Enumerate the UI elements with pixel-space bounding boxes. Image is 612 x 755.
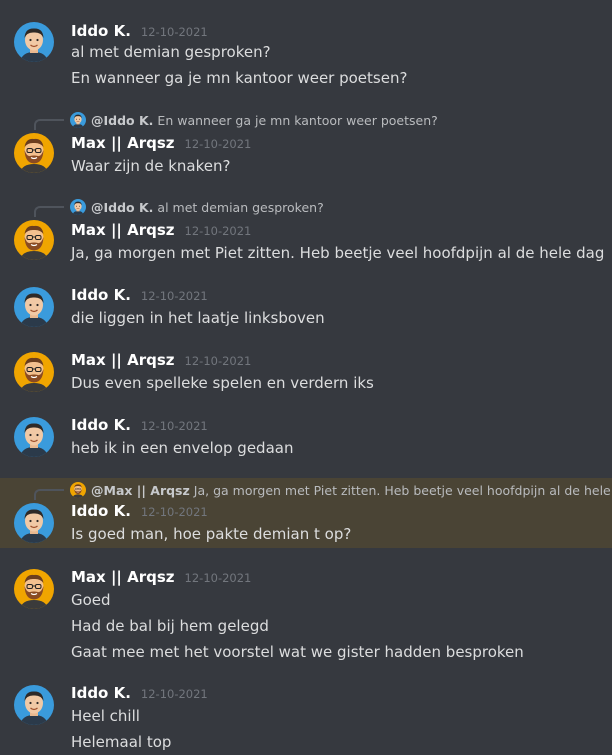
reply-connector: [34, 119, 64, 130]
message-author[interactable]: Max || Arqsz: [71, 134, 175, 152]
user-avatar[interactable]: [14, 503, 54, 543]
message-timestamp: 12-10-2021: [140, 687, 208, 701]
message-author[interactable]: Max || Arqsz: [71, 568, 175, 586]
message-timestamp: 12-10-2021: [140, 505, 208, 519]
user-avatar[interactable]: [14, 22, 54, 62]
reply-author: @Iddo K.: [91, 112, 154, 128]
message-author[interactable]: Iddo K.: [71, 416, 131, 434]
message-group: Max || Arqsz 12-10-2021 Goed Had de bal …: [0, 560, 612, 670]
message-group: @Iddo K. al met demian gesproken? Max ||…: [0, 195, 612, 273]
message-timestamp: 12-10-2021: [140, 289, 208, 303]
message-author[interactable]: Iddo K.: [71, 286, 131, 304]
man-avatar-icon: [14, 417, 54, 457]
bearded-man-avatar-icon: [14, 133, 54, 173]
message-text: En wanneer ga je mn kantoor weer poetsen…: [71, 69, 408, 87]
reply-connector: [34, 489, 64, 500]
message-author[interactable]: Max || Arqsz: [71, 351, 175, 369]
user-avatar[interactable]: [14, 220, 54, 260]
message-group: Iddo K. 12-10-2021 heb ik in een envelop…: [0, 410, 612, 470]
reply-author: @Iddo K.: [91, 199, 154, 215]
user-avatar[interactable]: [14, 569, 54, 609]
reply-reference[interactable]: @Max || Arqsz Ja, ga morgen met Piet zit…: [70, 481, 612, 499]
message-group-highlighted: @Max || Arqsz Ja, ga morgen met Piet zit…: [0, 478, 612, 548]
reply-reference[interactable]: @Iddo K. al met demian gesproken?: [70, 198, 324, 216]
message-text: Had de bal bij hem gelegd: [71, 617, 269, 635]
reply-text: al met demian gesproken?: [157, 199, 324, 215]
bearded-man-avatar-icon: [14, 352, 54, 392]
chat-log: Iddo K. 12-10-2021 al met demian gesprok…: [0, 0, 612, 755]
message-group: Iddo K. 12-10-2021 al met demian gesprok…: [0, 0, 612, 100]
user-avatar[interactable]: [14, 352, 54, 392]
message-timestamp: 12-10-2021: [184, 354, 252, 368]
reply-author: @Max || Arqsz: [91, 482, 190, 498]
message-text: die liggen in het laatje linksboven: [71, 309, 325, 327]
message-text: Heel chill: [71, 707, 140, 725]
message-group: @Iddo K. En wanneer ga je mn kantoor wee…: [0, 108, 612, 186]
reply-avatar: [70, 482, 86, 498]
message-text: Ja, ga morgen met Piet zitten. Heb beetj…: [71, 244, 605, 262]
message-text: heb ik in een envelop gedaan: [71, 439, 294, 457]
reply-connector: [34, 206, 64, 217]
message-author[interactable]: Iddo K.: [71, 684, 131, 702]
message-text: Gaat mee met het voorstel wat we gister …: [71, 643, 524, 661]
reply-reference[interactable]: @Iddo K. En wanneer ga je mn kantoor wee…: [70, 111, 438, 129]
message-text: al met demian gesproken?: [71, 43, 271, 61]
man-avatar-icon: [14, 685, 54, 725]
man-avatar-icon: [70, 112, 86, 128]
reply-text: En wanneer ga je mn kantoor weer poetsen…: [157, 112, 438, 128]
user-avatar[interactable]: [14, 685, 54, 725]
man-avatar-icon: [14, 22, 54, 62]
message-author[interactable]: Iddo K.: [71, 22, 131, 40]
user-avatar[interactable]: [14, 133, 54, 173]
message-group: Iddo K. 12-10-2021 die liggen in het laa…: [0, 280, 612, 340]
bearded-man-avatar-icon: [70, 482, 86, 498]
message-author[interactable]: Max || Arqsz: [71, 221, 175, 239]
reply-avatar: [70, 199, 86, 215]
message-text: Is goed man, hoe pakte demian t op?: [71, 525, 352, 543]
bearded-man-avatar-icon: [14, 569, 54, 609]
message-timestamp: 12-10-2021: [184, 571, 252, 585]
message-group: Iddo K. 12-10-2021 Heel chill Helemaal t…: [0, 678, 612, 755]
message-text: Helemaal top: [71, 733, 172, 751]
message-timestamp: 12-10-2021: [184, 224, 252, 238]
man-avatar-icon: [14, 503, 54, 543]
message-text: Goed: [71, 591, 111, 609]
reply-avatar: [70, 112, 86, 128]
message-group: Max || Arqsz 12-10-2021 Dus even spellek…: [0, 345, 612, 405]
message-text: Dus even spelleke spelen en verdern iks: [71, 374, 374, 392]
user-avatar[interactable]: [14, 287, 54, 327]
message-timestamp: 12-10-2021: [184, 137, 252, 151]
message-author[interactable]: Iddo K.: [71, 502, 131, 520]
message-timestamp: 12-10-2021: [140, 419, 208, 433]
reply-text: Ja, ga morgen met Piet zitten. Heb beetj…: [193, 482, 612, 498]
user-avatar[interactable]: [14, 417, 54, 457]
man-avatar-icon: [14, 287, 54, 327]
message-timestamp: 12-10-2021: [140, 25, 208, 39]
bearded-man-avatar-icon: [14, 220, 54, 260]
man-avatar-icon: [70, 199, 86, 215]
message-text: Waar zijn de knaken?: [71, 157, 231, 175]
